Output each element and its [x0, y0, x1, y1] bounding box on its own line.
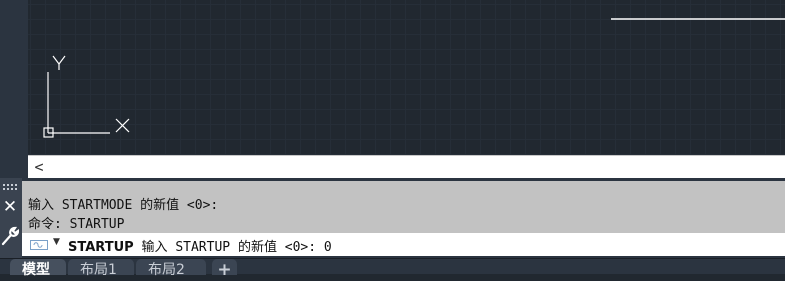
layout-tabbar: 模型 布局1 布局2 + [0, 258, 785, 280]
add-layout-icon[interactable]: + [212, 259, 237, 280]
history-line: 命令: STARTUP [28, 217, 125, 232]
command-history: 输入 STARTMODE 的新值 <0>: 命令: STARTUP [22, 181, 785, 233]
drawing-canvas[interactable] [28, 0, 785, 155]
command-window-handle[interactable]: ✕ [0, 178, 22, 258]
command-prompt[interactable]: STARTUP 输入 STARTUP 的新值 <0>: 0 [68, 236, 332, 255]
chevron-down-icon[interactable]: ▼ [53, 237, 60, 247]
tab-layout1[interactable]: 布局1 [68, 259, 134, 278]
prompt-command-name: STARTUP [68, 240, 134, 255]
history-line: 输入 STARTMODE 的新值 <0>: [28, 198, 219, 213]
tab-model[interactable]: 模型 [10, 259, 66, 278]
tab-layout2[interactable]: 布局2 [136, 259, 206, 278]
grip-icon[interactable] [3, 184, 19, 192]
close-icon[interactable]: ✕ [0, 198, 20, 216]
wrench-icon[interactable] [1, 226, 19, 246]
scroll-left-button[interactable]: < [31, 156, 47, 178]
command-window: ✕ 输入 STARTMODE 的新值 <0>: 命令: STARTUP ▼ ST… [0, 178, 785, 258]
horizontal-scrollbar[interactable]: < [28, 155, 785, 178]
left-panel [0, 0, 28, 180]
command-input-line[interactable]: ▼ STARTUP 输入 STARTUP 的新值 <0>: 0 [22, 233, 785, 256]
prompt-message: 输入 STARTUP 的新值 <0>: 0 [133, 240, 332, 255]
canvas-drawing [43, 18, 785, 138]
ucs-icon [43, 55, 130, 138]
command-options-icon[interactable] [30, 240, 48, 250]
